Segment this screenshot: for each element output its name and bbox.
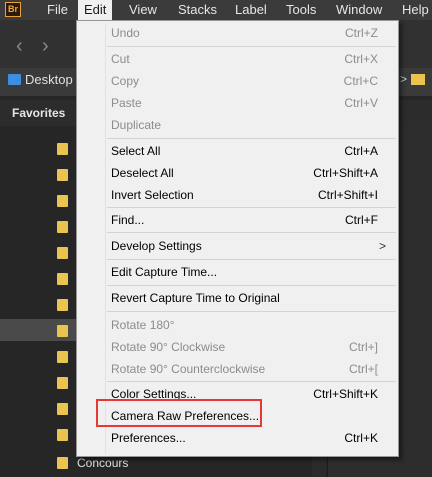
folder-icon[interactable] [57,221,68,233]
folder-icon[interactable] [57,143,68,155]
menu-item-preferences[interactable]: Preferences... Ctrl+K [77,427,398,449]
folder-icon[interactable] [57,169,68,181]
menu-file[interactable]: File [41,0,74,20]
menu-view[interactable]: View [123,0,163,20]
menu-separator [107,285,396,286]
menu-separator [107,46,396,47]
menu-stacks[interactable]: Stacks [172,0,223,20]
folder-icon[interactable] [57,247,68,259]
path-desktop[interactable]: Desktop [25,72,73,87]
back-arrow-icon[interactable]: ‹ [16,36,23,56]
menu-item-duplicate[interactable]: Duplicate [77,114,398,136]
forward-arrow-icon[interactable]: › [42,36,49,56]
menu-item-select-all[interactable]: Select All Ctrl+A [77,140,398,162]
menu-item-rotate-counterclockwise[interactable]: Rotate 90° Counterclockwise Ctrl+[ [77,358,398,380]
menu-item-edit-capture-time[interactable]: Edit Capture Time... [77,261,398,283]
folder-icon[interactable] [57,195,68,207]
menu-item-cut[interactable]: Cut Ctrl+X [77,48,398,70]
folder-icon[interactable] [57,429,68,441]
folder-icon[interactable] [57,325,68,337]
menu-item-copy[interactable]: Copy Ctrl+C [77,70,398,92]
menu-window[interactable]: Window [330,0,388,20]
menu-item-find[interactable]: Find... Ctrl+F [77,209,398,231]
folder-icon[interactable] [57,273,68,285]
menu-tools[interactable]: Tools [280,0,322,20]
menu-item-deselect-all[interactable]: Deselect All Ctrl+Shift+A [77,162,398,184]
menu-label[interactable]: Label [229,0,273,20]
menu-separator [107,259,396,260]
highlight-annotation-box [96,399,262,427]
path-separator-icon[interactable]: > [400,72,407,86]
folder-label-concours[interactable]: Concours [77,456,128,470]
folder-icon[interactable] [57,457,68,469]
tab-favorites[interactable]: Favorites [12,106,65,120]
menu-item-invert-selection[interactable]: Invert Selection Ctrl+Shift+I [77,184,398,206]
folder-icon[interactable] [57,299,68,311]
folder-icon[interactable] [57,377,68,389]
menu-bar: Br File Edit View Stacks Label Tools Win… [0,0,432,20]
menu-item-paste[interactable]: Paste Ctrl+V [77,92,398,114]
menu-item-undo[interactable]: Undo Ctrl+Z [77,22,398,44]
menu-separator [107,381,396,382]
menu-item-rotate-clockwise[interactable]: Rotate 90° Clockwise Ctrl+] [77,336,398,358]
menu-item-revert-capture-time[interactable]: Revert Capture Time to Original [77,287,398,309]
folder-icon[interactable] [57,403,68,415]
desktop-folder-icon [8,74,21,85]
menu-edit[interactable]: Edit [78,0,113,20]
folder-icon[interactable] [57,351,68,363]
menu-separator [107,232,396,233]
submenu-chevron-icon: > [378,239,386,253]
bridge-app-icon[interactable]: Br [5,2,21,17]
menu-separator [107,138,396,139]
menu-item-rotate-180[interactable]: Rotate 180° [77,314,398,336]
menu-help[interactable]: Help [396,0,432,20]
menu-separator [107,207,396,208]
edit-menu-dropdown: Undo Ctrl+Z Cut Ctrl+X Copy Ctrl+C Paste Ctr… [76,20,399,457]
menu-item-develop-settings[interactable]: Develop Settings > [77,235,398,257]
path-folder-icon [411,74,425,85]
menu-separator [107,311,396,312]
